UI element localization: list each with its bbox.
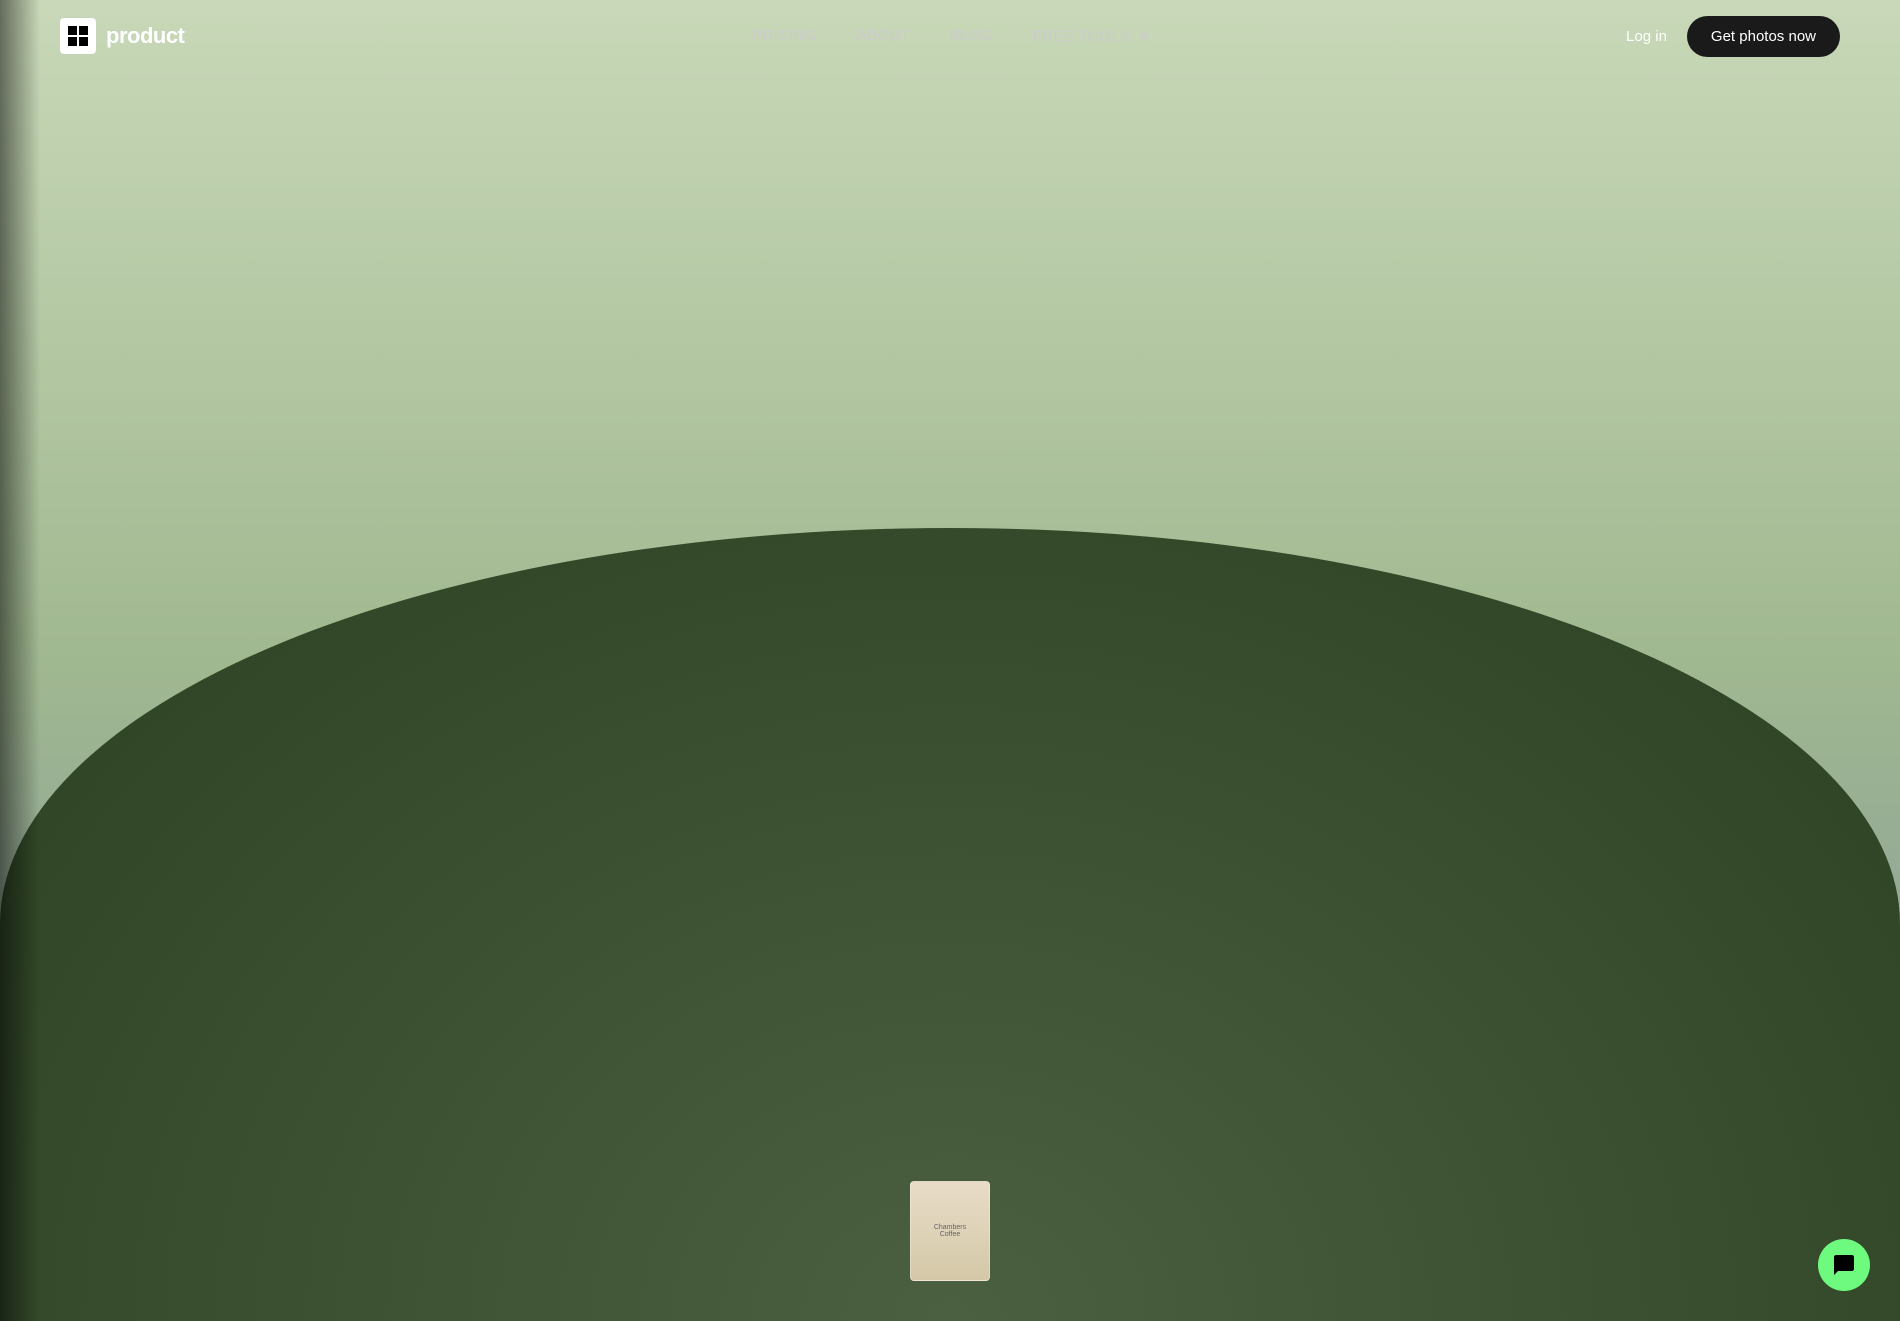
nav-actions: Log in Get photos now [1626,16,1840,57]
gallery: ✦ DIVINE CLARITY [0,508,1900,1188]
logo-icon [60,18,96,54]
gallery-right-edge: ChambersCoffee [1710,508,1900,1188]
navbar: product PRICING ABOUT BLOG FREE TOOLS ▾ … [0,0,1900,72]
nav-item-blog[interactable]: BLOG [950,27,993,45]
logo-svg [66,24,90,48]
nav-item-free-tools[interactable]: FREE TOOLS ▾ [1033,27,1148,45]
chevron-down-icon: ▾ [1140,27,1148,45]
nav-link-about[interactable]: ABOUT [857,27,910,44]
chat-icon [1832,1253,1856,1277]
get-photos-button[interactable]: Get photos now [1687,16,1840,57]
nav-link-free-tools[interactable]: FREE TOOLS [1033,28,1130,45]
chat-button[interactable] [1818,1239,1870,1291]
logo[interactable]: product [60,18,184,54]
nav-link-pricing[interactable]: PRICING [752,27,817,44]
logo-text: product [106,23,184,49]
nav-item-pricing[interactable]: PRICING [752,27,817,45]
login-button[interactable]: Log in [1626,28,1667,45]
nav-item-about[interactable]: ABOUT [857,27,910,45]
nav-link-blog[interactable]: BLOG [950,27,993,44]
nav-links: PRICING ABOUT BLOG FREE TOOLS ▾ [752,27,1148,45]
